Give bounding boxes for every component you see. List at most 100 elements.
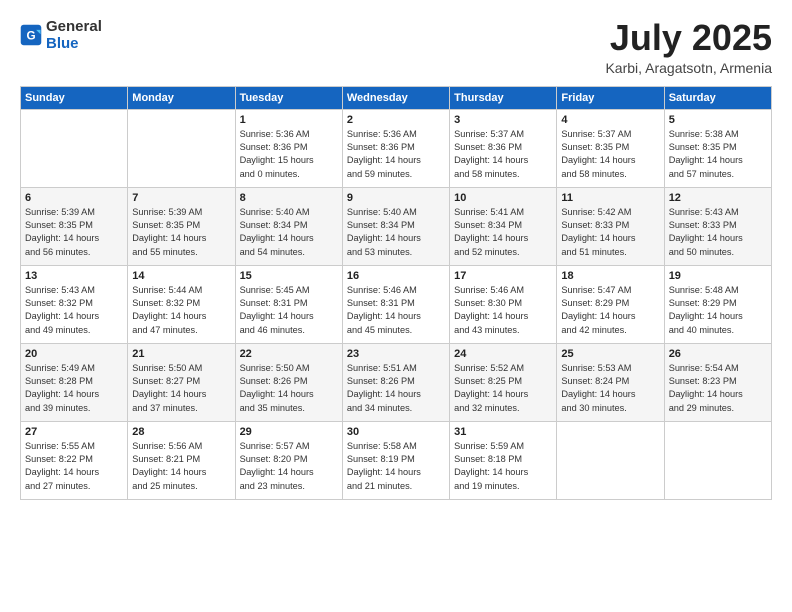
calendar-cell: 19Sunrise: 5:48 AM Sunset: 8:29 PM Dayli… — [664, 265, 771, 343]
day-header-sunday: Sunday — [21, 86, 128, 109]
day-info: Sunrise: 5:59 AM Sunset: 8:18 PM Dayligh… — [454, 440, 552, 493]
day-number: 1 — [240, 114, 338, 126]
header: G General Blue July 2025 Karbi, Aragatso… — [20, 18, 772, 76]
calendar-cell — [128, 109, 235, 187]
day-info: Sunrise: 5:39 AM Sunset: 8:35 PM Dayligh… — [25, 206, 123, 259]
day-info: Sunrise: 5:36 AM Sunset: 8:36 PM Dayligh… — [240, 128, 338, 181]
title-block: July 2025 Karbi, Aragatsotn, Armenia — [605, 18, 772, 76]
location-title: Karbi, Aragatsotn, Armenia — [605, 60, 772, 76]
calendar-week-row: 13 Sunrise: 5:43 AM Sunset: 8:32 PM Dayli… — [21, 265, 772, 343]
day-info: Sunrise: 5:56 AM Sunset: 8:21 PM Dayligh… — [132, 440, 230, 493]
day-number: 26 — [669, 348, 767, 360]
calendar-week-row: 6 Sunrise: 5:39 AM Sunset: 8:35 PM Daylig… — [21, 187, 772, 265]
day-number: 21 — [132, 348, 230, 360]
calendar-cell: 28 Sunrise: 5:56 AM Sunset: 8:21 PM Dayli… — [128, 421, 235, 499]
logo-blue-text: Blue — [46, 35, 79, 52]
day-number: 28 — [132, 426, 230, 438]
calendar-page: G General Blue July 2025 Karbi, Aragatso… — [0, 0, 792, 612]
logo-icon: G — [20, 24, 42, 46]
day-header-thursday: Thursday — [450, 86, 557, 109]
calendar-week-row: 1 Sunrise: 5:36 AM Sunset: 8:36 PM Daylig… — [21, 109, 772, 187]
calendar-cell — [664, 421, 771, 499]
calendar-cell: 22 Sunrise: 5:50 AM Sunset: 8:26 PM Dayli… — [235, 343, 342, 421]
calendar-week-row: 27Sunrise: 5:55 AM Sunset: 8:22 PM Dayli… — [21, 421, 772, 499]
day-info: Sunrise: 5:37 AM Sunset: 8:35 PM Dayligh… — [561, 128, 659, 181]
calendar-cell: 14 Sunrise: 5:44 AM Sunset: 8:32 PM Dayli… — [128, 265, 235, 343]
calendar-cell: 12 Sunrise: 5:43 AM Sunset: 8:33 PM Dayli… — [664, 187, 771, 265]
calendar-cell: 1 Sunrise: 5:36 AM Sunset: 8:36 PM Daylig… — [235, 109, 342, 187]
day-number: 12 — [669, 192, 767, 204]
calendar-cell: 8 Sunrise: 5:40 AM Sunset: 8:34 PM Daylig… — [235, 187, 342, 265]
day-info: Sunrise: 5:41 AM Sunset: 8:34 PM Dayligh… — [454, 206, 552, 259]
day-info: Sunrise: 5:43 AM Sunset: 8:33 PM Dayligh… — [669, 206, 767, 259]
day-number: 10 — [454, 192, 552, 204]
calendar-cell: 27Sunrise: 5:55 AM Sunset: 8:22 PM Dayli… — [21, 421, 128, 499]
day-number: 23 — [347, 348, 445, 360]
calendar-cell: 21 Sunrise: 5:50 AM Sunset: 8:27 PM Dayli… — [128, 343, 235, 421]
calendar-cell: 31 Sunrise: 5:59 AM Sunset: 8:18 PM Dayli… — [450, 421, 557, 499]
day-header-friday: Friday — [557, 86, 664, 109]
calendar-cell: 20Sunrise: 5:49 AM Sunset: 8:28 PM Dayli… — [21, 343, 128, 421]
day-info: Sunrise: 5:38 AM Sunset: 8:35 PM Dayligh… — [669, 128, 767, 181]
day-number: 2 — [347, 114, 445, 126]
day-header-tuesday: Tuesday — [235, 86, 342, 109]
day-number: 13 — [25, 270, 123, 282]
day-number: 31 — [454, 426, 552, 438]
day-number: 18 — [561, 270, 659, 282]
calendar-cell: 11 Sunrise: 5:42 AM Sunset: 8:33 PM Dayli… — [557, 187, 664, 265]
calendar-cell: 17 Sunrise: 5:46 AM Sunset: 8:30 PM Dayli… — [450, 265, 557, 343]
day-header-wednesday: Wednesday — [342, 86, 449, 109]
calendar-cell — [557, 421, 664, 499]
day-info: Sunrise: 5:43 AM Sunset: 8:32 PM Dayligh… — [25, 284, 123, 337]
day-number: 8 — [240, 192, 338, 204]
day-info: Sunrise: 5:50 AM Sunset: 8:26 PM Dayligh… — [240, 362, 338, 415]
day-number: 16 — [347, 270, 445, 282]
calendar-cell: 13 Sunrise: 5:43 AM Sunset: 8:32 PM Dayli… — [21, 265, 128, 343]
day-number: 7 — [132, 192, 230, 204]
day-info: Sunrise: 5:46 AM Sunset: 8:30 PM Dayligh… — [454, 284, 552, 337]
day-number: 24 — [454, 348, 552, 360]
day-header-saturday: Saturday — [664, 86, 771, 109]
day-number: 11 — [561, 192, 659, 204]
day-number: 6 — [25, 192, 123, 204]
day-number: 17 — [454, 270, 552, 282]
calendar-table: SundayMondayTuesdayWednesdayThursdayFrid… — [20, 86, 772, 500]
day-number: 29 — [240, 426, 338, 438]
day-info: Sunrise: 5:46 AM Sunset: 8:31 PM Dayligh… — [347, 284, 445, 337]
day-info: Sunrise: 5:42 AM Sunset: 8:33 PM Dayligh… — [561, 206, 659, 259]
day-number: 14 — [132, 270, 230, 282]
day-info: Sunrise: 5:54 AM Sunset: 8:23 PM Dayligh… — [669, 362, 767, 415]
day-info: Sunrise: 5:51 AM Sunset: 8:26 PM Dayligh… — [347, 362, 445, 415]
day-number: 9 — [347, 192, 445, 204]
logo: G General Blue — [20, 18, 102, 53]
calendar-cell: 18 Sunrise: 5:47 AM Sunset: 8:29 PM Dayli… — [557, 265, 664, 343]
calendar-cell: 26 Sunrise: 5:54 AM Sunset: 8:23 PM Dayli… — [664, 343, 771, 421]
calendar-cell: 6 Sunrise: 5:39 AM Sunset: 8:35 PM Daylig… — [21, 187, 128, 265]
day-info: Sunrise: 5:52 AM Sunset: 8:25 PM Dayligh… — [454, 362, 552, 415]
day-info: Sunrise: 5:47 AM Sunset: 8:29 PM Dayligh… — [561, 284, 659, 337]
day-info: Sunrise: 5:39 AM Sunset: 8:35 PM Dayligh… — [132, 206, 230, 259]
day-number: 4 — [561, 114, 659, 126]
svg-text:G: G — [26, 30, 35, 43]
day-info: Sunrise: 5:50 AM Sunset: 8:27 PM Dayligh… — [132, 362, 230, 415]
calendar-cell: 7 Sunrise: 5:39 AM Sunset: 8:35 PM Daylig… — [128, 187, 235, 265]
day-info: Sunrise: 5:45 AM Sunset: 8:31 PM Dayligh… — [240, 284, 338, 337]
day-number: 15 — [240, 270, 338, 282]
calendar-cell: 24 Sunrise: 5:52 AM Sunset: 8:25 PM Dayli… — [450, 343, 557, 421]
calendar-cell: 2 Sunrise: 5:36 AM Sunset: 8:36 PM Daylig… — [342, 109, 449, 187]
day-info: Sunrise: 5:44 AM Sunset: 8:32 PM Dayligh… — [132, 284, 230, 337]
month-title: July 2025 — [605, 18, 772, 58]
day-number: 30 — [347, 426, 445, 438]
calendar-cell: 30 Sunrise: 5:58 AM Sunset: 8:19 PM Dayli… — [342, 421, 449, 499]
calendar-cell: 15 Sunrise: 5:45 AM Sunset: 8:31 PM Dayli… — [235, 265, 342, 343]
calendar-cell: 23 Sunrise: 5:51 AM Sunset: 8:26 PM Dayli… — [342, 343, 449, 421]
day-number: 25 — [561, 348, 659, 360]
day-number: 27 — [25, 426, 123, 438]
day-number: 22 — [240, 348, 338, 360]
day-info: Sunrise: 5:40 AM Sunset: 8:34 PM Dayligh… — [240, 206, 338, 259]
day-info: Sunrise: 5:58 AM Sunset: 8:19 PM Dayligh… — [347, 440, 445, 493]
day-number: 19 — [669, 270, 767, 282]
calendar-cell — [21, 109, 128, 187]
calendar-header-row: SundayMondayTuesdayWednesdayThursdayFrid… — [21, 86, 772, 109]
day-info: Sunrise: 5:36 AM Sunset: 8:36 PM Dayligh… — [347, 128, 445, 181]
